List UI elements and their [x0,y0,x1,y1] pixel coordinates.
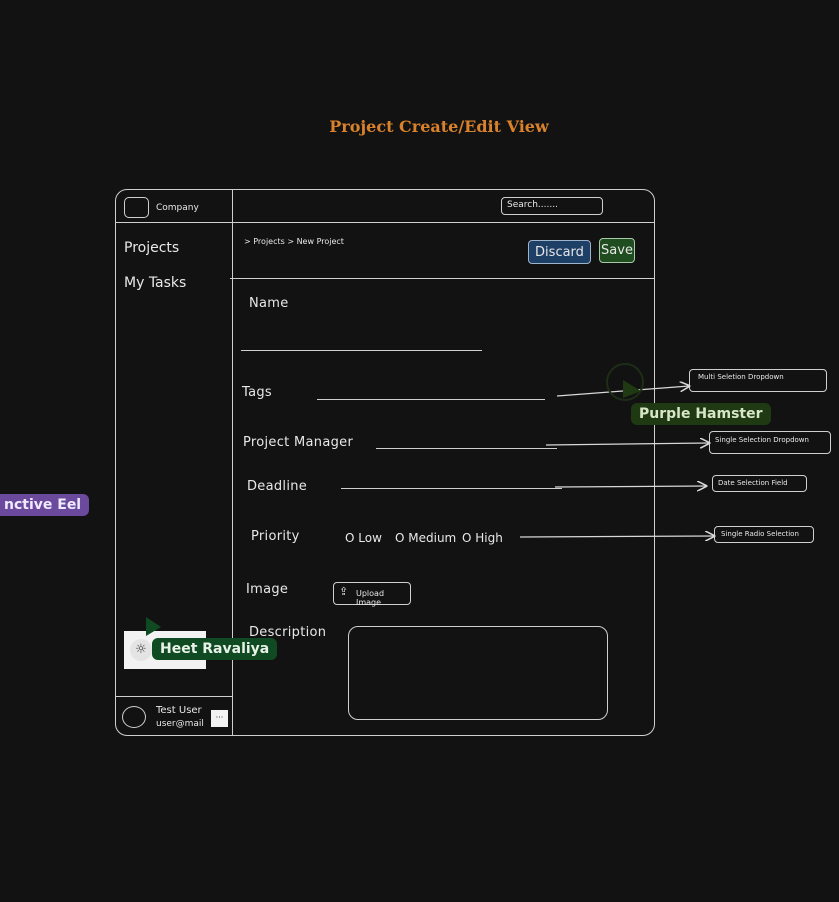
cursor-label-heet-ravaliya: Heet Ravaliya [152,638,278,660]
cursor-label-purple-hamster: Purple Hamster [631,403,771,425]
arrow-priority [519,536,714,537]
arrow-deadline [554,486,706,487]
cursor-label-eel: nctive Eel [0,494,90,516]
annotation-arrows [146,363,839,636]
cursor-pointer-icon [146,617,161,636]
arrow-pm [545,443,709,445]
